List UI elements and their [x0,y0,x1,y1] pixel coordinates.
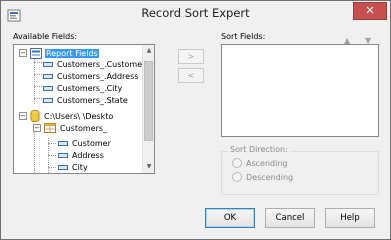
add-field-button[interactable]: > [178,49,204,64]
tree-item-field[interactable]: Address [58,149,105,161]
field-icon [58,152,68,158]
tree-item-field[interactable]: Customers_.Address [43,70,139,82]
tree-item-field[interactable]: Customer [58,137,112,149]
tree-item-label: City [72,162,88,172]
tree-connector [34,62,42,63]
scroll-down-arrow-icon[interactable]: ▼ [143,161,154,173]
close-button[interactable]: ✕ [353,2,387,20]
tree-rows: − Report Fields Customers_.Customer Cust… [14,45,145,173]
descending-label: Descending [246,172,294,182]
field-icon [58,140,68,146]
remove-field-button[interactable]: < [178,68,204,83]
tree-item-label: Customer [72,138,111,148]
scrollbar-thumb[interactable] [144,61,153,141]
record-sort-expert-dialog: Record Sort Expert ✕ Available Fields: − [0,0,391,240]
field-icon [43,85,53,91]
tree-item-label: Customers_.State [57,95,128,105]
tree-item-field[interactable]: Customers_.State [43,94,129,106]
ascending-option[interactable]: Ascending [232,158,287,168]
database-icon [30,110,40,122]
tree-connector [48,155,56,156]
tree-connector [34,74,42,75]
tree-item-label: Customers_.Address [57,71,139,81]
close-icon: ✕ [365,4,375,17]
tree-vertical-scrollbar[interactable]: ▲ ▼ [142,45,154,173]
descending-option[interactable]: Descending [232,172,293,182]
tree-item-label: Customers_.City [57,83,123,93]
report-fields-icon [30,47,42,59]
available-fields-label: Available Fields: [13,32,78,41]
ok-button[interactable]: OK [205,208,255,228]
cancel-button[interactable]: Cancel [265,208,315,228]
table-icon [44,123,56,133]
help-button[interactable]: Help [325,208,375,228]
tree-item-field[interactable]: Customers_.City [43,82,123,94]
tree-connector [34,98,42,99]
tree-item-field[interactable]: City [58,161,89,173]
field-icon [43,61,53,67]
collapse-icon[interactable]: − [33,124,41,132]
sort-fields-label: Sort Fields: [221,32,266,41]
tree-connector [48,167,56,168]
tree-item-label: C:\Users\ \Deskto [44,111,114,121]
title-bar: Record Sort Expert ✕ [1,1,390,29]
collapse-icon[interactable]: − [19,49,27,57]
collapse-icon[interactable]: − [19,112,27,120]
tree-item-label: Customers_.Customer [57,59,146,69]
field-icon [58,164,68,170]
tree-item-label: Customers_ [60,123,108,133]
descending-radio[interactable] [232,172,242,182]
tree-connector [34,57,35,104]
sort-direction-label: Sort Direction: [228,145,290,154]
tree-item-field[interactable]: Customers_.Customer [43,58,146,70]
tree-item-label: Address [72,150,104,160]
available-fields-tree[interactable]: − Report Fields Customers_.Customer Cust… [13,44,155,174]
scroll-up-arrow-icon[interactable]: ▲ [143,45,154,57]
ascending-radio[interactable] [232,158,242,168]
tree-connector [48,143,56,144]
sort-fields-list[interactable] [221,44,379,137]
tree-item-label: Report Fields [45,48,99,58]
ascending-label: Ascending [246,158,288,168]
field-icon [43,97,53,103]
tree-connector [34,86,42,87]
tree-item-table[interactable]: − Customers_ [33,122,108,134]
dialog-title: Record Sort Expert [141,6,250,20]
field-icon [43,73,53,79]
tree-item-database[interactable]: − C:\Users\ \Deskto [19,110,114,122]
